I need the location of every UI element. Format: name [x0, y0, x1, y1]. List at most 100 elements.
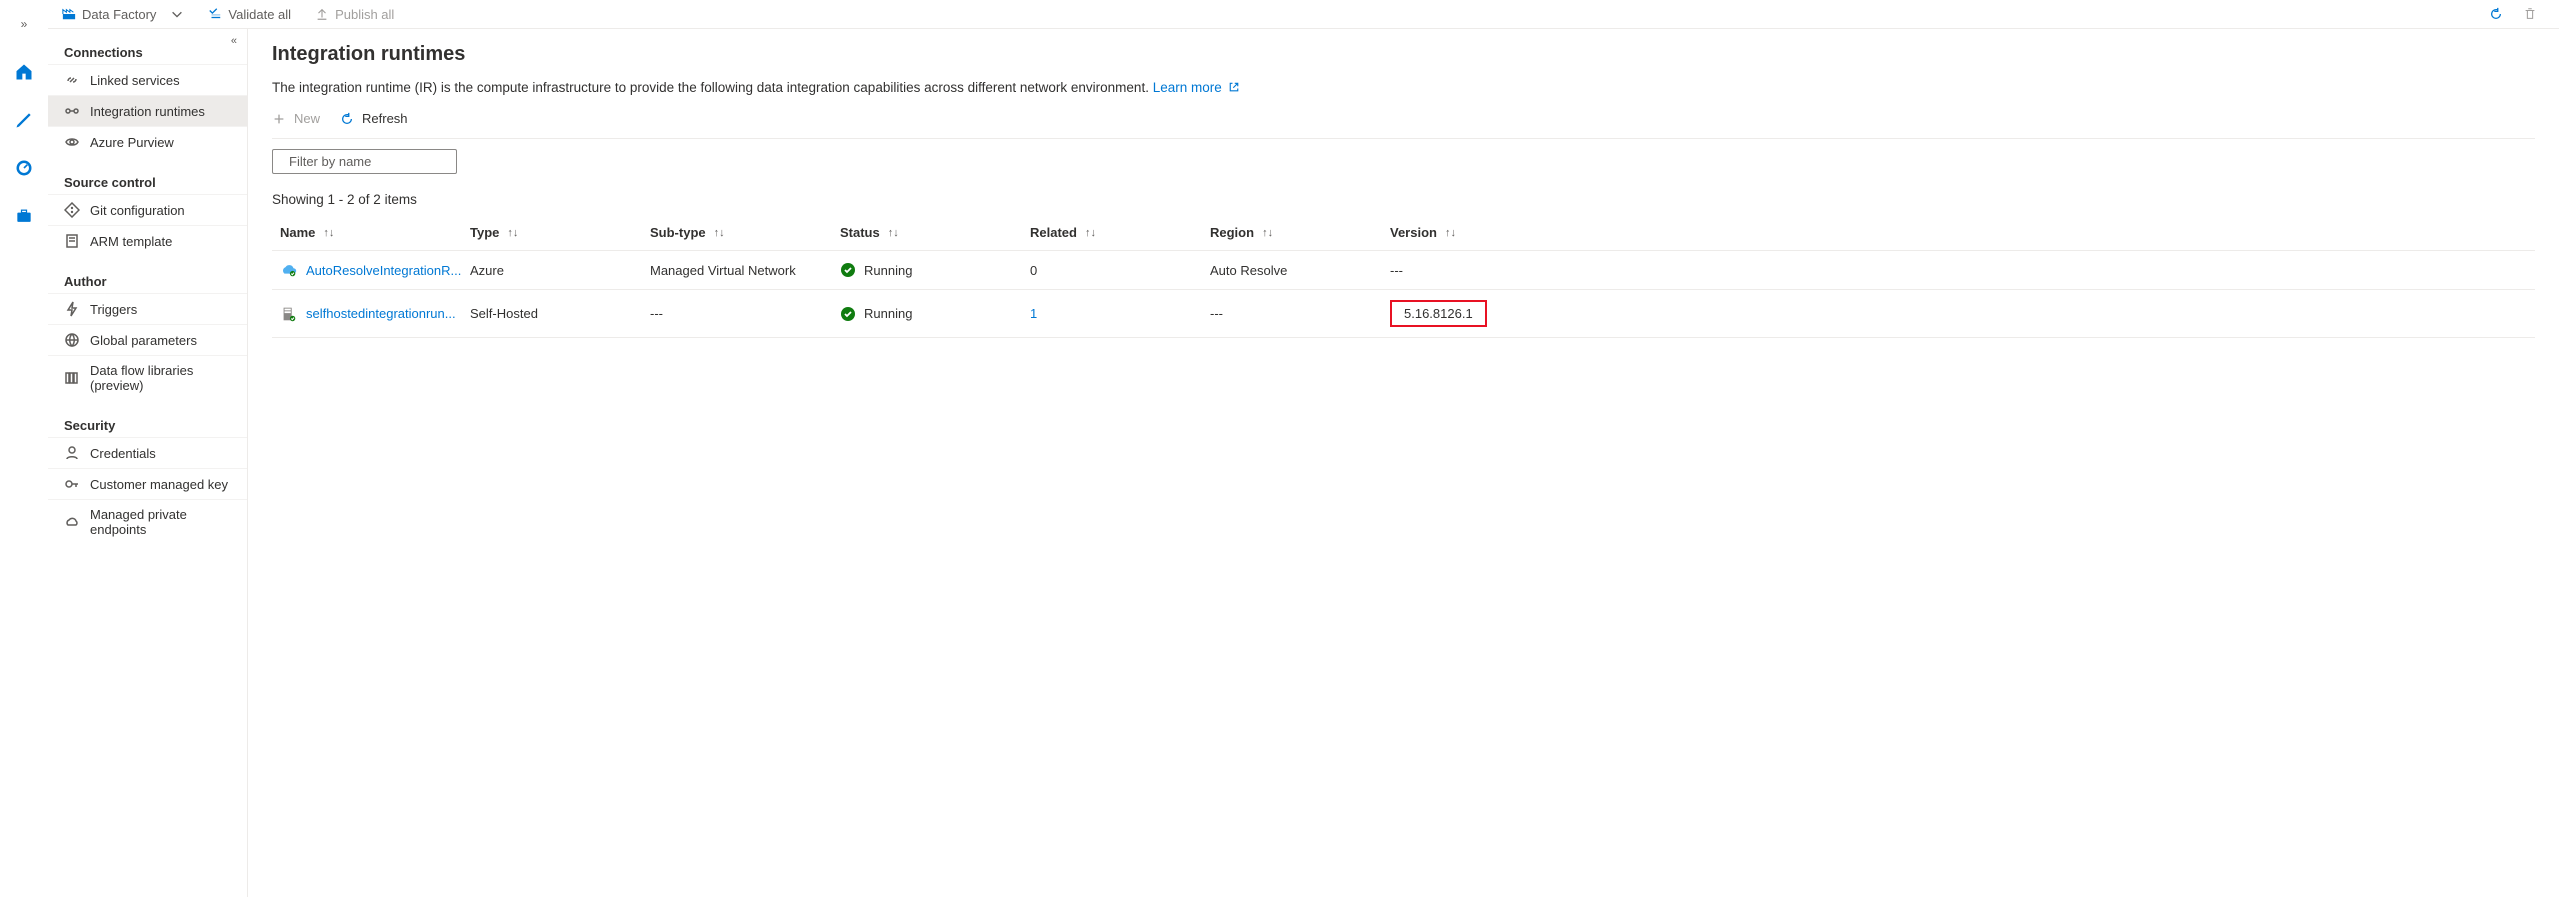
server-icon: [280, 305, 298, 323]
git-icon: [64, 202, 80, 218]
col-header-region[interactable]: Region ↑↓: [1210, 225, 1390, 240]
sidebar-item-git-configuration[interactable]: Git configuration: [48, 194, 247, 225]
sidebar-item-triggers[interactable]: Triggers: [48, 293, 247, 324]
runtime-name-link[interactable]: AutoResolveIntegrationR...: [280, 261, 470, 279]
sidebar-item-label: Integration runtimes: [90, 104, 205, 119]
status-text: Running: [864, 306, 912, 321]
section-label-security: Security: [48, 400, 247, 437]
table-row: AutoResolveIntegrationR...AzureManaged V…: [272, 251, 2535, 290]
sort-icon: ↑↓: [714, 227, 725, 239]
cell-region: ---: [1210, 306, 1390, 321]
sidebar-item-linked-services[interactable]: Linked services: [48, 64, 247, 95]
col-label: Sub-type: [650, 225, 706, 240]
icon-rail: »: [0, 0, 48, 897]
sidebar-item-arm-template[interactable]: ARM template: [48, 225, 247, 256]
under-top: « Connections Linked services Integratio…: [48, 28, 2559, 897]
filter-input-wrapper[interactable]: [272, 149, 457, 174]
gauge-icon: [14, 158, 34, 178]
col-header-subtype[interactable]: Sub-type ↑↓: [650, 225, 840, 240]
validate-all-button[interactable]: Validate all: [202, 5, 297, 24]
section-label-author: Author: [48, 256, 247, 293]
sidebar-item-data-flow-libraries[interactable]: Data flow libraries (preview): [48, 355, 247, 400]
status-ok-icon: [840, 262, 856, 278]
checklist-icon: [208, 7, 222, 21]
cell-related[interactable]: 1: [1030, 306, 1210, 321]
learn-more-link[interactable]: Learn more: [1153, 80, 1240, 95]
rail-manage-button[interactable]: [4, 196, 44, 236]
sort-icon: ↑↓: [888, 227, 899, 239]
col-label: Name: [280, 225, 315, 240]
sidebar-item-label: Triggers: [90, 302, 137, 317]
cell-region: Auto Resolve: [1210, 263, 1390, 278]
upload-icon: [315, 7, 329, 21]
section-label-connections: Connections: [48, 35, 247, 64]
library-icon: [64, 370, 80, 386]
refresh-icon: [2489, 7, 2503, 21]
sidebar-item-credentials[interactable]: Credentials: [48, 437, 247, 468]
factory-selector[interactable]: Data Factory: [56, 5, 190, 24]
col-label: Region: [1210, 225, 1254, 240]
runtime-name-link[interactable]: selfhostedintegrationrun...: [280, 305, 470, 323]
runtime-name-text: AutoResolveIntegrationR...: [306, 263, 461, 278]
grid-header: Name↑↓ Type↑↓ Sub-type↑↓ Status↑↓ Relate…: [272, 215, 2535, 251]
content-area: Integration runtimes The integration run…: [248, 29, 2559, 897]
link-icon: [64, 72, 80, 88]
validate-all-label: Validate all: [228, 7, 291, 22]
refresh-icon: [340, 112, 354, 126]
status-ok-icon: [840, 306, 856, 322]
col-header-name[interactable]: Name↑↓: [280, 225, 470, 240]
cell-related: 0: [1030, 263, 1210, 278]
rail-author-button[interactable]: [4, 100, 44, 140]
cell-status: Running: [840, 306, 1030, 322]
refresh-button[interactable]: Refresh: [340, 111, 408, 126]
learn-more-label: Learn more: [1153, 80, 1222, 95]
sidebar-item-integration-runtimes[interactable]: Integration runtimes: [48, 95, 247, 126]
trash-icon: [2523, 7, 2537, 21]
sort-icon: ↑↓: [507, 227, 518, 239]
rail-home-button[interactable]: [4, 52, 44, 92]
cell-subtype: Managed Virtual Network: [650, 263, 840, 278]
main-column: Data Factory Validate all Publish all: [48, 0, 2559, 897]
publish-all-label: Publish all: [335, 7, 394, 22]
external-link-icon: [1228, 81, 1240, 93]
side-panel: « Connections Linked services Integratio…: [48, 29, 248, 897]
col-header-status[interactable]: Status↑↓: [840, 225, 1030, 240]
page-title: Integration runtimes: [272, 43, 2535, 66]
sidebar-item-azure-purview[interactable]: Azure Purview: [48, 126, 247, 157]
sidebar-item-label: Git configuration: [90, 203, 185, 218]
collapse-panel-button[interactable]: «: [231, 35, 237, 47]
sidebar-item-customer-managed-key[interactable]: Customer managed key: [48, 468, 247, 499]
eye-icon: [64, 134, 80, 150]
cell-version: 5.16.8126.1: [1390, 300, 1570, 327]
cloud-lock-icon: [64, 514, 80, 530]
table-row: selfhostedintegrationrun...Self-Hosted--…: [272, 290, 2535, 338]
sidebar-item-managed-private-endpoints[interactable]: Managed private endpoints: [48, 499, 247, 544]
rail-expand-button[interactable]: »: [4, 4, 44, 44]
filter-input[interactable]: [289, 154, 465, 169]
brand-label: Data Factory: [82, 7, 156, 22]
section-label-source-control: Source control: [48, 157, 247, 194]
page-intro: The integration runtime (IR) is the comp…: [272, 80, 2535, 95]
topbar-right-tools: [2483, 5, 2551, 23]
pencil-icon: [14, 110, 34, 130]
app-root: » Data Factory Validate all: [0, 0, 2559, 897]
discard-button[interactable]: [2517, 5, 2543, 23]
rail-monitor-button[interactable]: [4, 148, 44, 188]
publish-all-button[interactable]: Publish all: [309, 5, 400, 24]
version-highlight: 5.16.8126.1: [1390, 300, 1487, 327]
cell-subtype: ---: [650, 306, 840, 321]
status-text: Running: [864, 263, 912, 278]
key-icon: [64, 476, 80, 492]
col-header-version[interactable]: Version↑↓: [1390, 225, 1570, 240]
sidebar-item-label: ARM template: [90, 234, 172, 249]
col-header-type[interactable]: Type↑↓: [470, 225, 650, 240]
global-refresh-button[interactable]: [2483, 5, 2509, 23]
filter-section: [272, 149, 2535, 174]
template-icon: [64, 233, 80, 249]
sidebar-item-global-parameters[interactable]: Global parameters: [48, 324, 247, 355]
sort-icon: ↑↓: [1262, 227, 1273, 239]
sidebar-item-label: Global parameters: [90, 333, 197, 348]
new-button[interactable]: New: [272, 111, 320, 126]
grid-body: AutoResolveIntegrationR...AzureManaged V…: [272, 251, 2535, 338]
col-header-related[interactable]: Related↑↓: [1030, 225, 1210, 240]
